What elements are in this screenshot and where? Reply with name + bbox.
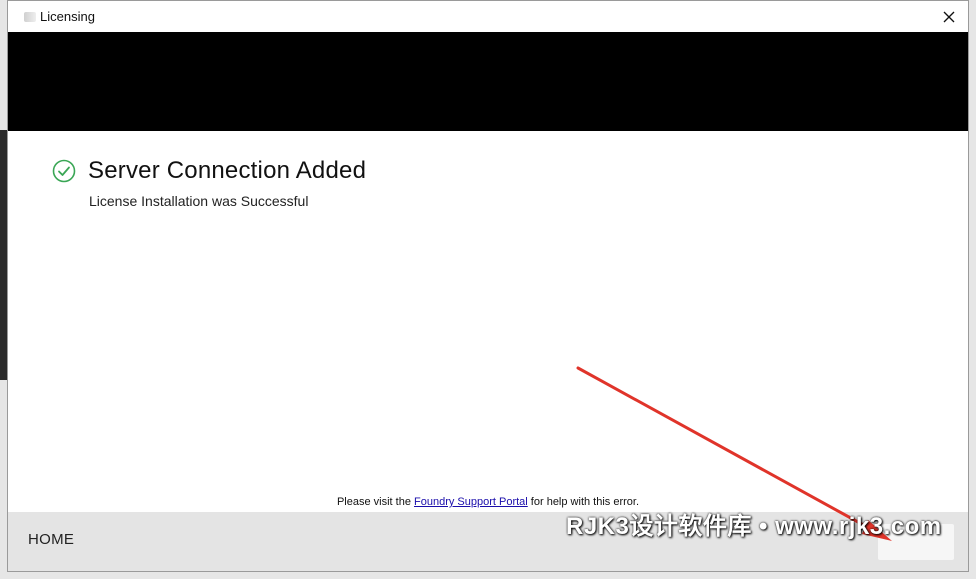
status-subtext: License Installation was Successful — [89, 193, 309, 209]
app-icon — [24, 11, 36, 22]
close-button[interactable] — [934, 1, 964, 32]
help-prefix: Please visit the — [336, 496, 415, 508]
foundry-support-portal-link[interactable]: Foundry Support Portal — [414, 496, 528, 508]
home-button[interactable]: HOME — [28, 531, 74, 548]
window-title: Licensing — [40, 9, 95, 24]
desktop-background: Licensing Server Connection Added Licens… — [0, 0, 976, 579]
watermark-text: RJK3设计软件库 • www.rjk3.com — [566, 513, 942, 540]
header-banner — [8, 32, 968, 131]
status-heading: Server Connection Added — [88, 157, 367, 184]
licensing-window: Licensing Server Connection Added Licens… — [7, 0, 969, 572]
title-bar[interactable]: Licensing — [8, 1, 968, 32]
main-content: Server Connection Added License Installa… — [8, 131, 968, 511]
check-circle-icon — [52, 159, 76, 183]
close-icon — [943, 11, 955, 22]
status-row: Server Connection Added — [52, 157, 366, 185]
